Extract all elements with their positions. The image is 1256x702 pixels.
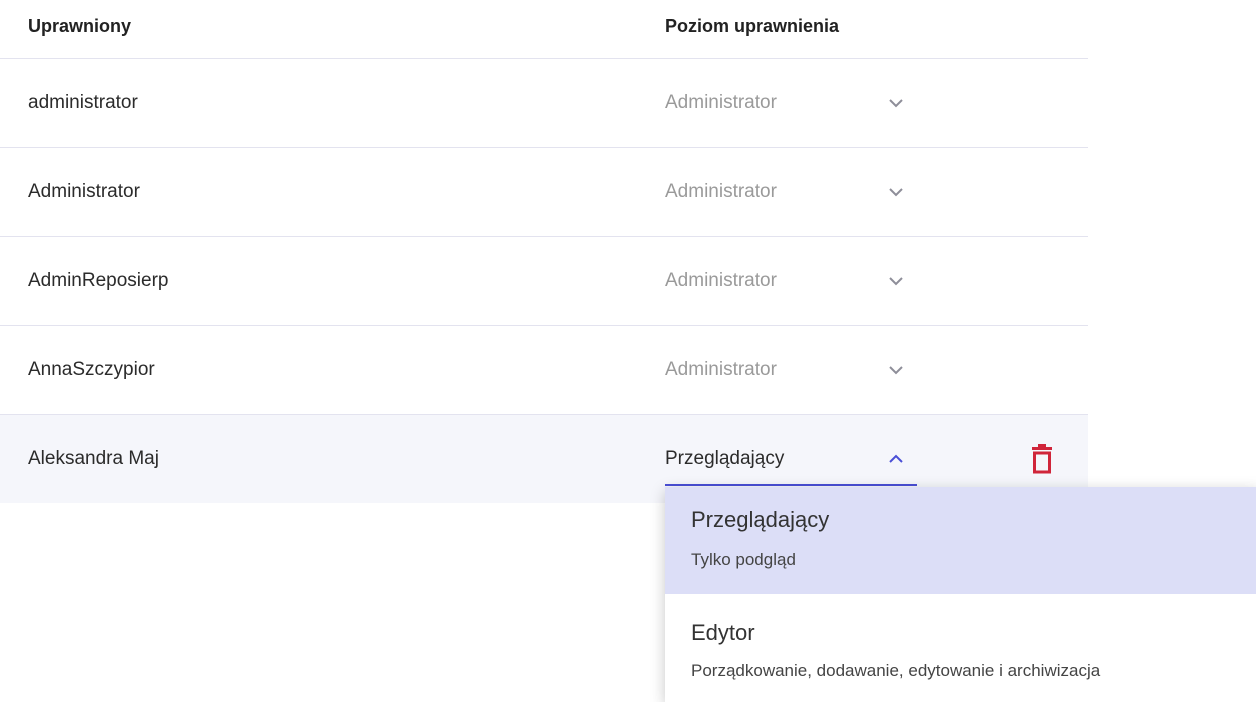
permission-level-select[interactable]: Administrator [665,326,917,414]
permission-level-value: Administrator [665,92,777,113]
dropdown-option-editor[interactable]: Edytor Porządkowanie, dodawanie, edytowa… [665,594,1256,701]
chevron-down-icon [889,188,903,197]
select-focus-underline [665,484,917,486]
user-name: AnnaSzczypior [28,359,155,380]
user-name: AdminReposierp [28,270,169,291]
table-row: administrator Administrator [0,59,1088,148]
permission-level-value: Administrator [665,359,777,380]
chevron-down-icon [889,277,903,286]
permission-level-value: Administrator [665,270,777,291]
permission-level-value: Przeglądający [665,448,785,469]
user-name: administrator [28,92,138,113]
header-user: Uprawniony [28,16,132,36]
table-row: Administrator Administrator [0,148,1088,237]
permission-level-select[interactable]: Administrator [665,148,917,236]
permission-level-select[interactable]: Administrator [665,59,917,147]
option-title: Edytor [691,620,755,645]
user-name: Aleksandra Maj [28,448,159,469]
option-description: Porządkowanie, dodawanie, edytowanie i a… [691,661,1101,680]
header-level: Poziom uprawnienia [665,16,840,36]
chevron-up-icon [889,454,903,463]
table-row: AnnaSzczypior Administrator [0,326,1088,415]
table-row: AdminReposierp Administrator [0,237,1088,326]
user-name: Administrator [28,181,140,202]
option-description: Tylko podgląd [691,550,796,569]
chevron-down-icon [889,99,903,108]
permission-level-select[interactable]: Administrator [665,237,917,325]
trash-icon[interactable] [1030,444,1054,474]
table-header: Uprawniony Poziom uprawnienia [0,0,1088,59]
permission-level-value: Administrator [665,181,777,202]
permission-level-dropdown: Przeglądający Tylko podgląd Edytor Porzą… [665,487,1256,702]
option-title: Przeglądający [691,507,830,532]
permissions-table: Uprawniony Poziom uprawnienia administra… [0,0,1088,503]
dropdown-option-viewer[interactable]: Przeglądający Tylko podgląd [665,487,1256,594]
chevron-down-icon [889,366,903,375]
